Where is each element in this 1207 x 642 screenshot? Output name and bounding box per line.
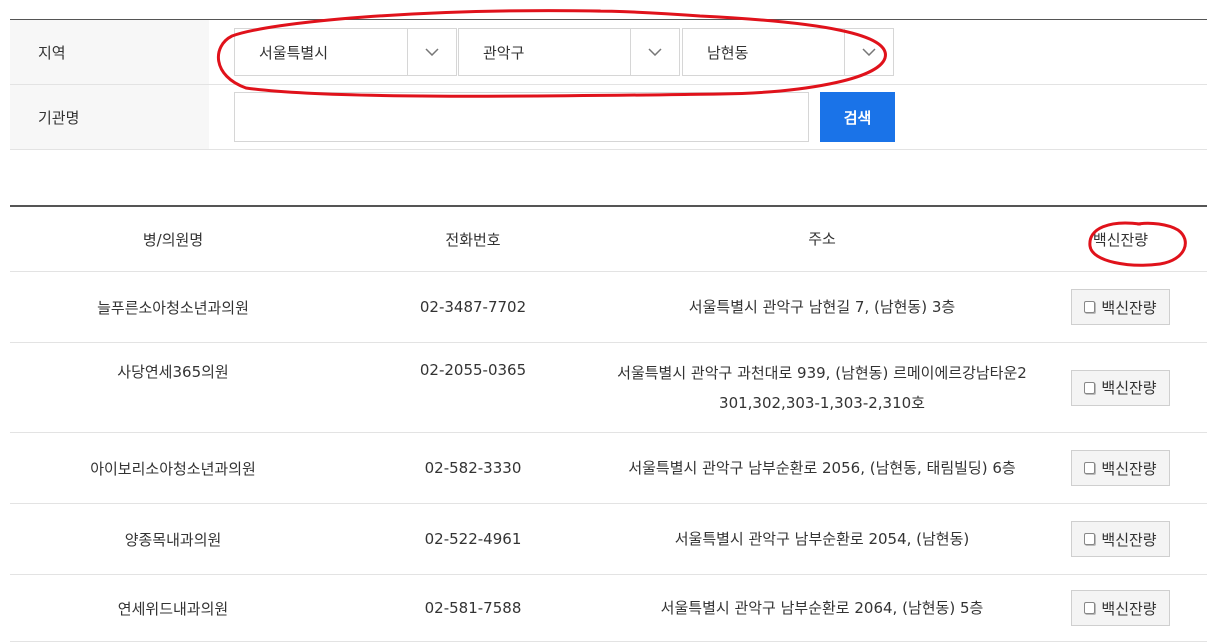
vaccine-stock-button[interactable]: 백신잔량 [1071,521,1170,557]
name-row: 기관명 검색 [10,85,1207,150]
vaccine-stock-button[interactable]: 백신잔량 [1071,590,1170,626]
vaccine-stock-button[interactable]: 백신잔량 [1071,289,1170,325]
table-row: 늘푸른소아청소년과의원 02-3487-7702 서울특별시 관악구 남현길 7… [10,272,1207,343]
table-row: 양종목내과의원 02-522-4961 서울특별시 관악구 남부순환로 2054… [10,504,1207,575]
city-select-value: 서울특별시 [259,43,329,62]
vaccine-stock-label: 백신잔량 [1101,298,1157,317]
vaccine-stock-label: 백신잔량 [1101,459,1157,478]
results-table: 병/의원명 전화번호 주소 백신잔량 늘푸른소아청소년과의원 02-3487-7… [10,205,1207,642]
vaccine-cell: 백신잔량 [1034,450,1207,486]
dong-select-value: 남현동 [707,43,749,62]
clinic-phone: 02-2055-0365 [419,361,527,379]
clinic-address: 서울특별시 관악구 남현길 7, (남현동) 3층 [610,292,1034,322]
document-icon [1084,602,1096,614]
region-label: 지역 [10,20,209,84]
table-header: 병/의원명 전화번호 주소 백신잔량 [10,207,1207,272]
vaccine-stock-label: 백신잔량 [1101,379,1157,397]
clinic-address: 서울특별시 관악구 과천대로 939, (남현동) 르메이에르강남타운2 301… [610,358,1034,418]
vaccine-cell: 백신잔량 [1034,289,1207,325]
document-icon [1084,462,1096,474]
vaccine-cell: 백신잔량 [1034,590,1207,626]
chevron-down-icon[interactable] [630,29,679,75]
clinic-phone: 02-3487-7702 [419,298,527,316]
header-phone: 전화번호 [445,230,501,249]
vaccine-stock-label: 백신잔량 [1101,599,1157,618]
chevron-down-icon[interactable] [844,29,893,75]
clinic-name: 사당연세365의원 [117,363,229,381]
clinic-name: 늘푸른소아청소년과의원 [97,298,249,317]
clinic-phone: 02-522-4961 [424,530,522,548]
address-line: 서울특별시 관악구 과천대로 939, (남현동) 르메이에르강남타운2 [617,363,1027,382]
vaccine-cell: 백신잔량 [1034,369,1207,406]
header-name: 병/의원명 [142,230,204,249]
clinic-address: 서울특별시 관악구 남부순환로 2056, (남현동, 태림빌딩) 6층 [610,453,1034,483]
header-address: 주소 [808,230,836,248]
header-vaccine: 백신잔량 [1092,230,1149,249]
institution-name-input[interactable] [234,92,809,142]
table-row: 아이보리소아청소년과의원 02-582-3330 서울특별시 관악구 남부순환로… [10,433,1207,504]
name-label: 기관명 [10,85,209,149]
table-row: 사당연세365의원 02-2055-0365 서울특별시 관악구 과천대로 93… [10,343,1207,433]
address-line: 서울특별시 관악구 남부순환로 2054, (남현동) [674,530,970,548]
region-row: 지역 서울특별시 관악구 남현동 [10,20,1207,85]
address-line: 서울특별시 관악구 남부순환로 2056, (남현동, 태림빌딩) 6층 [628,459,1016,477]
document-icon [1084,533,1096,545]
search-button[interactable]: 검색 [820,92,895,142]
clinic-name: 연세위드내과의원 [117,599,229,618]
clinic-address: 서울특별시 관악구 남부순환로 2054, (남현동) [610,524,1034,554]
chevron-down-icon[interactable] [407,29,456,75]
address-line: 서울특별시 관악구 남부순환로 2064, (남현동) 5층 [660,599,984,617]
vaccine-stock-button[interactable]: 백신잔량 [1071,369,1170,406]
document-icon [1084,301,1096,313]
clinic-phone: 02-582-3330 [424,459,522,477]
clinic-phone: 02-581-7588 [424,599,522,617]
vaccine-stock-button[interactable]: 백신잔량 [1071,450,1170,486]
clinic-name: 양종목내과의원 [124,530,222,549]
clinic-name: 아이보리소아청소년과의원 [90,459,256,478]
clinic-address: 서울특별시 관악구 남부순환로 2064, (남현동) 5층 [610,593,1034,623]
address-line: 301,302,303-1,303-2,310호 [719,393,925,412]
dong-select[interactable]: 남현동 [682,28,894,76]
district-select-value: 관악구 [483,43,525,62]
search-form: 지역 서울특별시 관악구 남현동 기관명 검색 [10,19,1207,150]
table-row: 연세위드내과의원 02-581-7588 서울특별시 관악구 남부순환로 206… [10,575,1207,642]
vaccine-cell: 백신잔량 [1034,521,1207,557]
document-icon [1084,381,1096,394]
address-line: 서울특별시 관악구 남현길 7, (남현동) 3층 [688,298,956,316]
city-select[interactable]: 서울특별시 [234,28,457,76]
vaccine-stock-label: 백신잔량 [1101,530,1157,549]
district-select[interactable]: 관악구 [458,28,680,76]
